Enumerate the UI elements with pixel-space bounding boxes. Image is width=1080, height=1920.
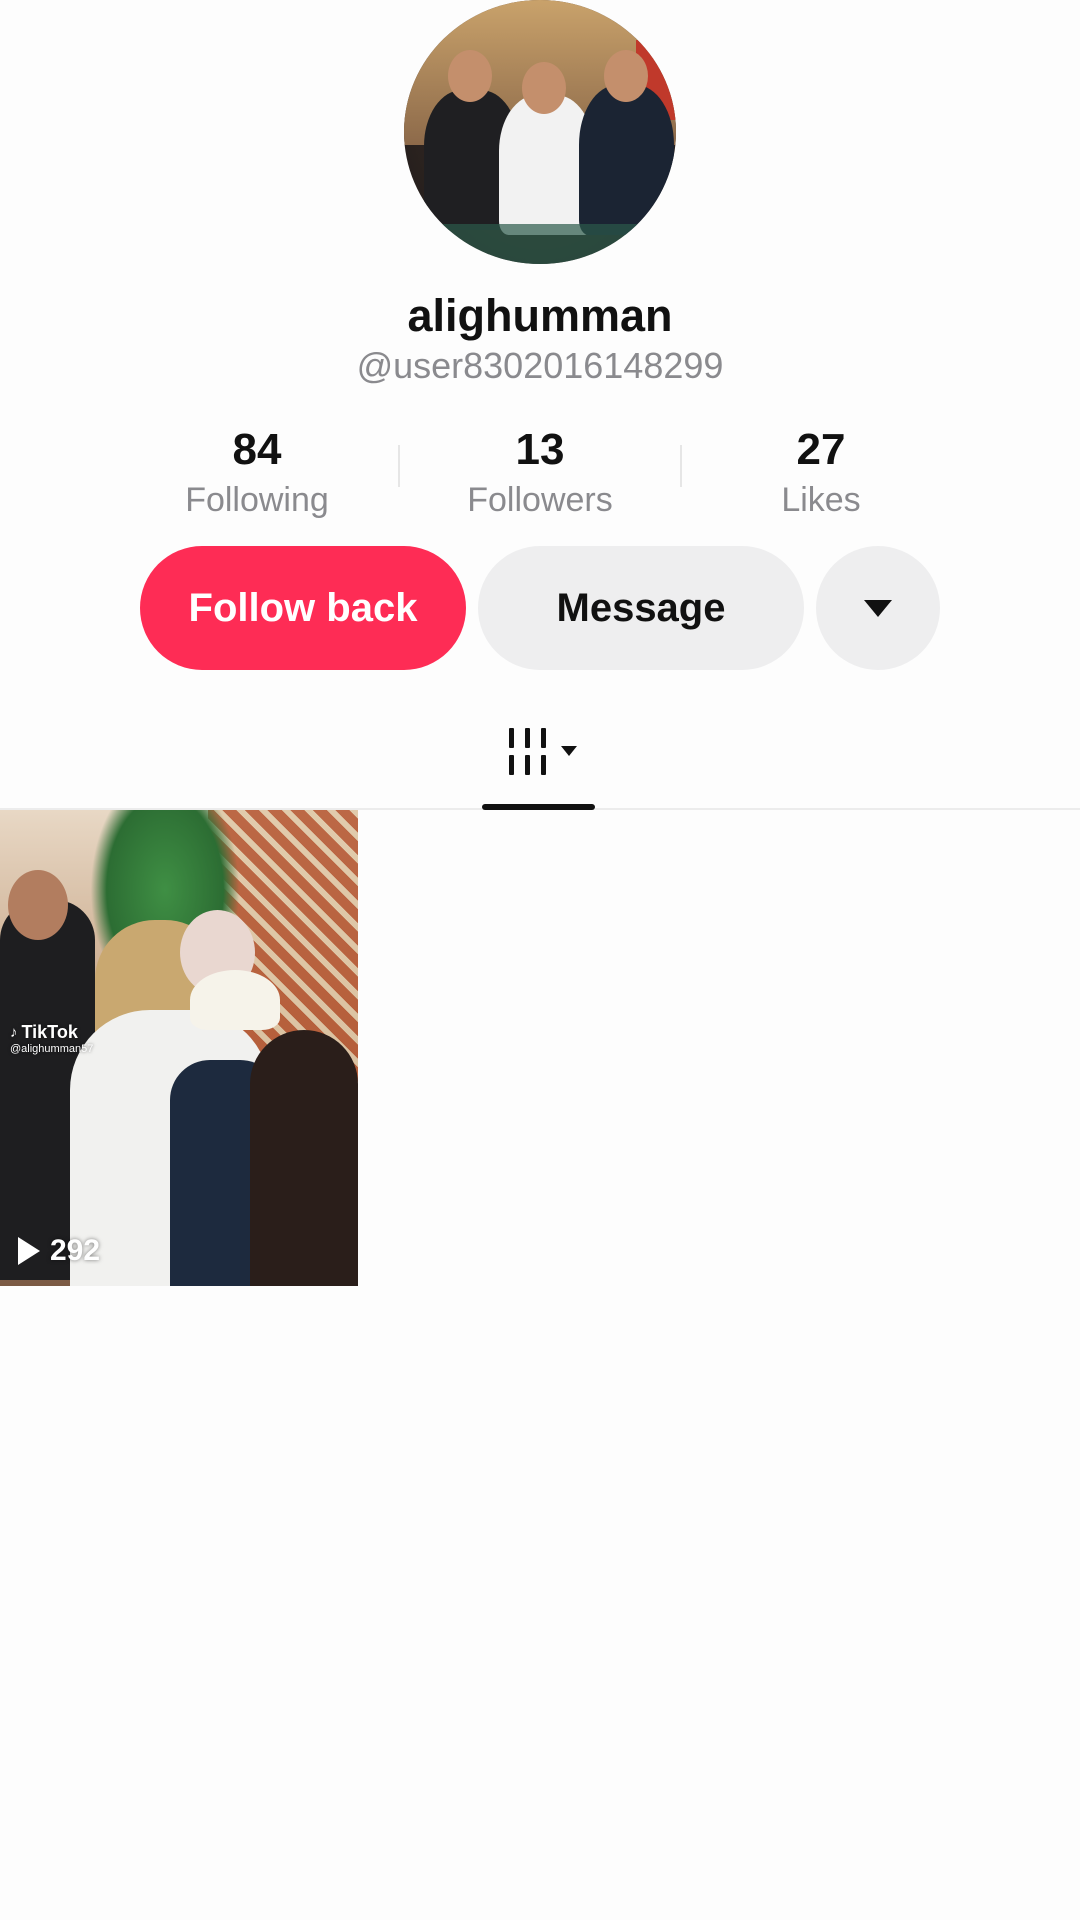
- stat-followers-label: Followers: [467, 481, 613, 519]
- message-button[interactable]: Message: [478, 546, 804, 670]
- profile-stats: 84 Following 13 Followers 27 Likes: [0, 420, 1080, 520]
- stat-likes-label: Likes: [781, 481, 861, 519]
- stat-followers[interactable]: 13 Followers: [420, 420, 660, 520]
- avatar-head-left: [448, 50, 492, 102]
- watermark-brand-text: TikTok: [21, 1022, 78, 1042]
- user-handle: @user8302016148299: [356, 345, 724, 386]
- avatar-floor: [404, 224, 676, 264]
- view-count-value: 292: [50, 1234, 101, 1267]
- profile-page: alighumman @user8302016148299 84 Followi…: [0, 0, 1080, 1920]
- stats-divider: [398, 445, 400, 487]
- active-tab-indicator: [482, 804, 595, 810]
- avatar-person-right: [579, 85, 674, 235]
- avatar-head-right: [604, 50, 648, 102]
- grid-videos-icon: [509, 728, 577, 780]
- stat-following-count: 84: [232, 425, 282, 474]
- dropdown-caret-icon: [561, 746, 577, 756]
- stats-divider: [680, 445, 682, 487]
- follow-back-button[interactable]: Follow back: [140, 546, 466, 670]
- stat-followers-count: 13: [515, 425, 565, 474]
- profile-avatar[interactable]: [404, 0, 676, 264]
- avatar-head-center: [522, 62, 566, 114]
- tiktok-watermark: ♪ TikTok @alighumman57: [10, 1022, 93, 1055]
- watermark-username: @alighumman57: [10, 1043, 94, 1055]
- stat-following-label: Following: [185, 481, 329, 519]
- thumbnail-elder-cap: [190, 970, 280, 1030]
- more-options-button[interactable]: [816, 546, 940, 670]
- stat-likes-count: 27: [796, 425, 846, 474]
- profile-tab-bar: [0, 700, 1080, 810]
- video-thumbnail[interactable]: ♪ TikTok @alighumman57 292: [0, 810, 358, 1286]
- triangle-down-icon: [864, 599, 892, 617]
- display-name: alighumman: [407, 290, 673, 341]
- view-count: 292: [18, 1234, 100, 1268]
- thumbnail-person-right: [250, 1030, 358, 1286]
- thumbnail-head-left: [8, 870, 68, 940]
- stat-following[interactable]: 84 Following: [137, 420, 377, 520]
- watermark-brand: ♪ TikTok: [10, 1022, 93, 1043]
- play-icon: [18, 1237, 40, 1265]
- tab-videos[interactable]: [482, 720, 592, 810]
- stat-likes[interactable]: 27 Likes: [701, 420, 941, 520]
- tiktok-logo-icon: ♪: [10, 1024, 18, 1041]
